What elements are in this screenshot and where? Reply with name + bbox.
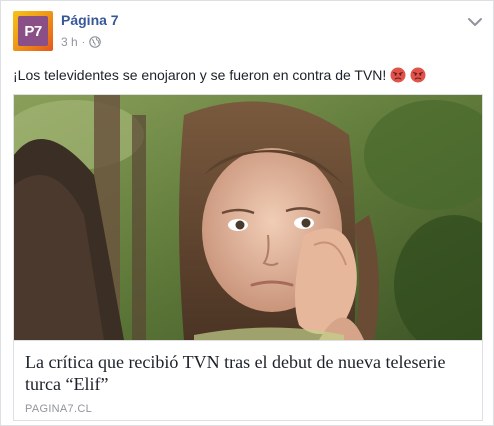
post-message: ¡Los televidentes se enojaron y se fuero… (13, 65, 483, 85)
post-header: P7 Página 7 3 h · (13, 11, 483, 53)
globe-icon[interactable] (89, 36, 101, 48)
link-preview-card[interactable]: La crítica que recibió TVN tras el debut… (13, 94, 483, 421)
article-photo (14, 95, 482, 340)
facebook-post: P7 Página 7 3 h · ¡Los televidentes se e… (0, 0, 494, 426)
angry-face-icon (410, 67, 426, 83)
page-avatar[interactable]: P7 (13, 11, 53, 51)
page-name-link[interactable]: Página 7 (61, 12, 119, 28)
avatar-logo-text: P7 (18, 16, 48, 46)
chevron-down-icon[interactable] (467, 15, 483, 29)
post-timestamp[interactable]: 3 h (61, 35, 78, 49)
link-title[interactable]: La crítica que recibió TVN tras el debut… (25, 351, 465, 395)
link-domain: PAGINA7.CL (25, 403, 92, 415)
angry-face-icon (390, 67, 406, 83)
post-message-text: ¡Los televidentes se enojaron y se fuero… (13, 67, 387, 83)
post-meta: 3 h · (61, 35, 101, 49)
link-preview-image[interactable] (14, 95, 482, 340)
meta-separator: · (81, 36, 86, 48)
link-preview-text[interactable]: La crítica que recibió TVN tras el debut… (14, 340, 482, 420)
